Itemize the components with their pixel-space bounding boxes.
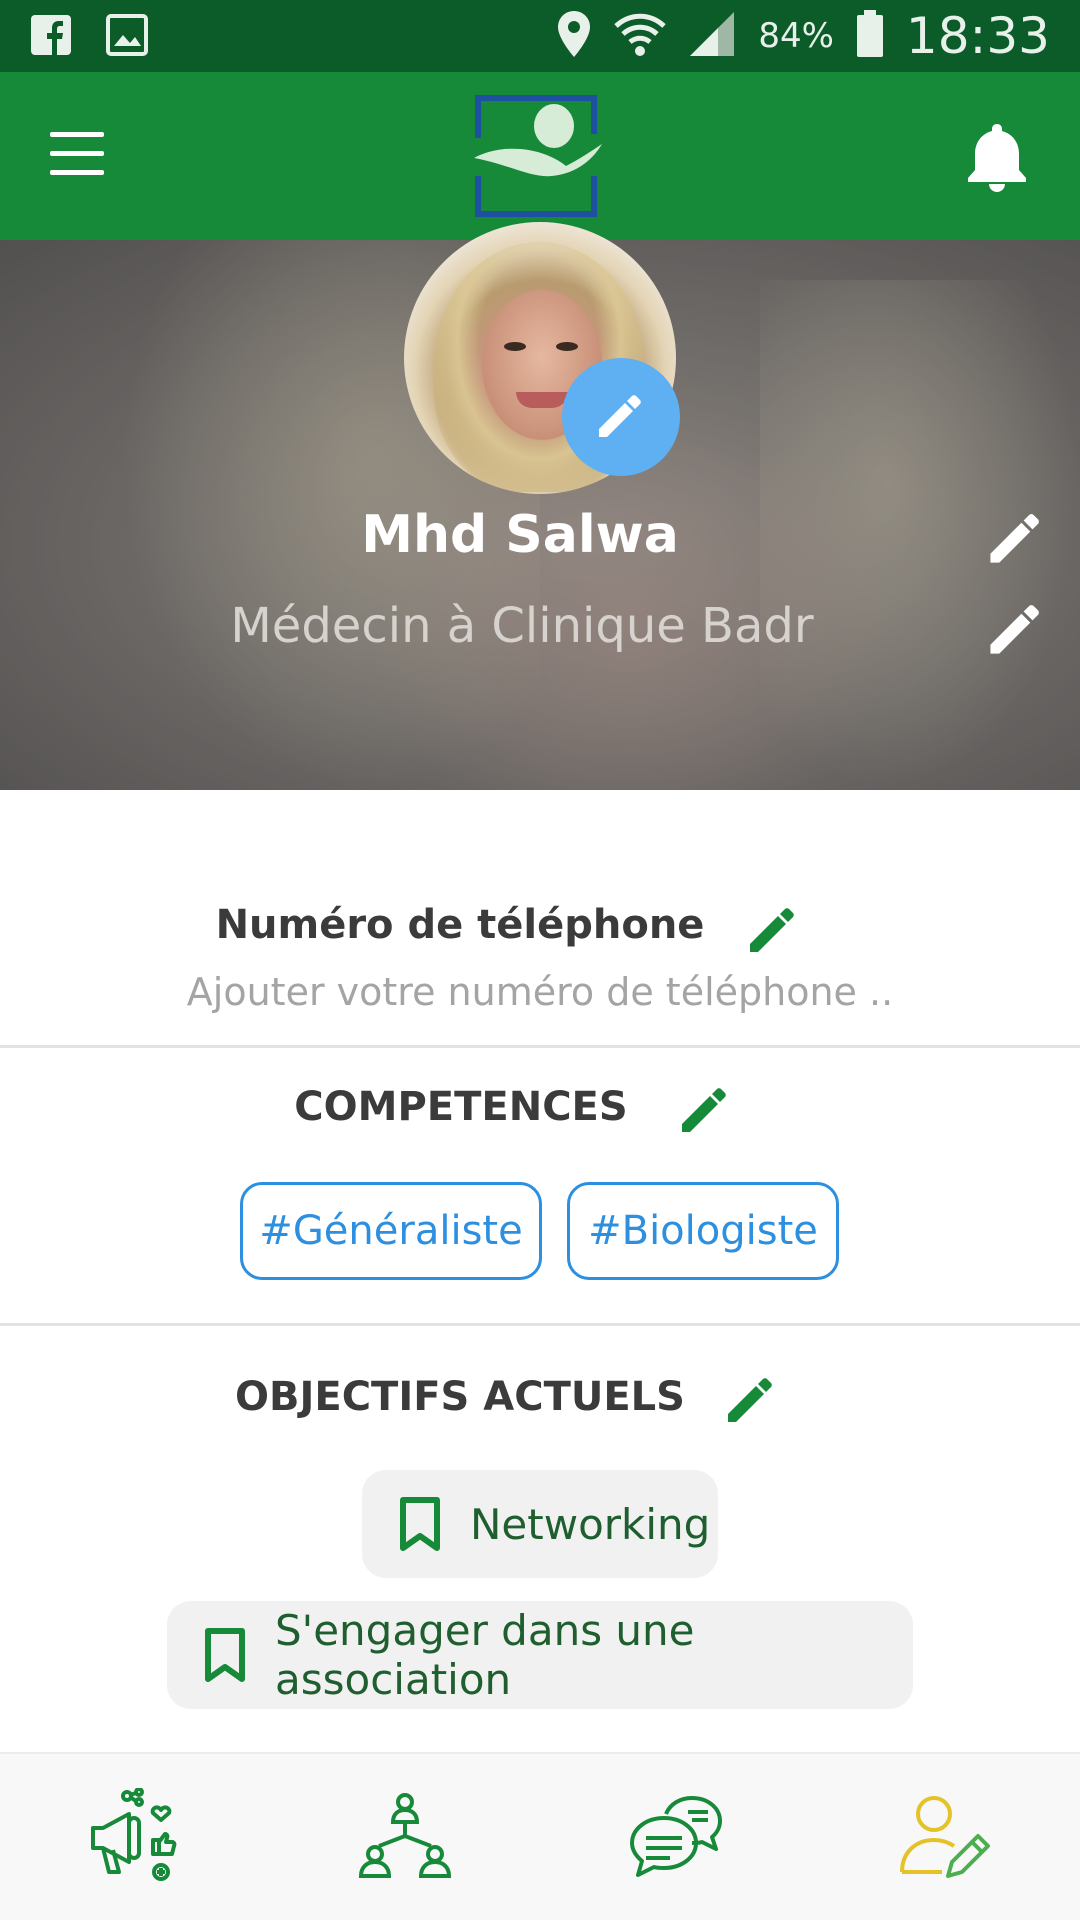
avatar-edit-button[interactable]	[562, 358, 680, 476]
profile-title: Médecin à Clinique Badr	[230, 598, 814, 654]
goal-item[interactable]: S'engager dans une association	[167, 1601, 913, 1709]
pencil-icon	[746, 908, 802, 960]
chat-icon	[626, 1788, 722, 1888]
skill-chip[interactable]: #Généraliste	[240, 1182, 542, 1280]
facebook-icon	[30, 14, 72, 60]
app-bar	[0, 72, 1080, 240]
status-left-icons	[30, 14, 148, 60]
edit-phone-button[interactable]	[746, 900, 802, 956]
bell-icon	[964, 124, 1030, 198]
pencil-icon	[678, 1088, 734, 1140]
skill-chip[interactable]: #Biologiste	[567, 1182, 839, 1280]
pencil-icon	[593, 387, 649, 447]
bookmark-icon	[398, 1496, 442, 1552]
goal-item[interactable]: Networking	[362, 1470, 718, 1578]
location-icon	[556, 9, 592, 63]
goals-section: OBJECTIFS ACTUELS Networking S'engager d…	[0, 1326, 1080, 1746]
nav-profile[interactable]	[884, 1778, 1004, 1898]
network-icon	[357, 1788, 453, 1888]
battery-percent: 84%	[758, 16, 834, 56]
pencil-icon	[986, 605, 1048, 662]
bottom-nav	[0, 1752, 1080, 1920]
signal-icon	[688, 10, 736, 62]
nav-network[interactable]	[345, 1778, 465, 1898]
menu-button[interactable]	[50, 132, 120, 182]
skills-section: COMPETENCES #Généraliste #Biologiste	[0, 1048, 1080, 1326]
bookmark-icon	[203, 1627, 247, 1683]
status-bar: 84% 18:33	[0, 0, 1080, 72]
edit-skills-button[interactable]	[678, 1080, 734, 1136]
menu-icon-line	[50, 151, 104, 156]
goals-label: OBJECTIFS ACTUELS	[235, 1374, 685, 1420]
pencil-icon	[986, 514, 1048, 571]
app-logo[interactable]	[474, 94, 602, 218]
battery-icon	[856, 10, 884, 62]
skills-label: COMPETENCES	[294, 1084, 628, 1130]
profile-edit-icon	[896, 1788, 992, 1888]
goal-label: S'engager dans une association	[275, 1606, 695, 1704]
nav-feed[interactable]	[75, 1778, 195, 1898]
menu-icon-line	[50, 132, 104, 137]
wifi-icon	[614, 10, 667, 62]
image-icon	[106, 14, 148, 60]
goal-label: Networking	[470, 1499, 711, 1549]
edit-title-button[interactable]	[986, 596, 1048, 658]
notifications-button[interactable]	[964, 120, 1030, 194]
phone-placeholder[interactable]: Ajouter votre numéro de téléphone ..	[0, 970, 1080, 1014]
menu-icon-line	[50, 170, 104, 175]
megaphone-icon	[87, 1787, 183, 1888]
profile-name: Mhd Salwa	[361, 505, 679, 565]
status-time: 18:33	[905, 7, 1050, 65]
nav-messages[interactable]	[614, 1778, 734, 1898]
pencil-icon	[724, 1378, 780, 1430]
phone-section: Numéro de téléphone Ajouter votre numéro…	[0, 790, 1080, 1048]
status-right-icons: 84% 18:33	[556, 0, 1050, 72]
edit-name-button[interactable]	[986, 505, 1048, 567]
edit-goals-button[interactable]	[724, 1370, 780, 1426]
